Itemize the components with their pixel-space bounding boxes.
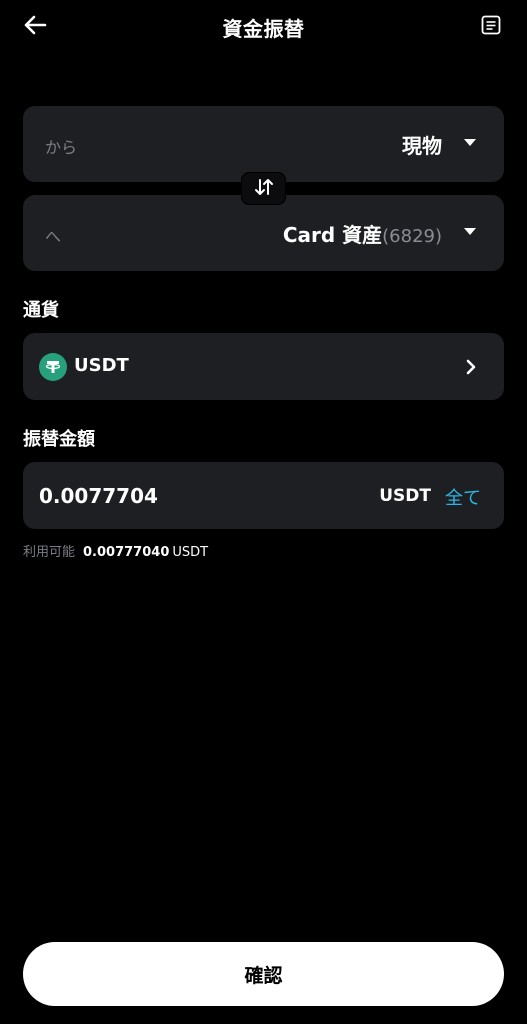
currency-name: USDT xyxy=(74,355,129,376)
history-button[interactable] xyxy=(476,12,506,42)
from-account-value: 現物 xyxy=(402,134,442,158)
amount-field-container: USDT 全て xyxy=(23,462,504,529)
amount-unit: USDT xyxy=(379,486,431,506)
swap-button-inner xyxy=(242,173,285,204)
header-bar: 資金振替 xyxy=(0,0,527,56)
swap-button[interactable] xyxy=(241,172,286,205)
available-label: 利用可能 xyxy=(23,545,76,560)
tether-icon xyxy=(39,353,67,381)
to-account-name: Card 資産 xyxy=(282,223,383,247)
to-account-count: (6829) xyxy=(382,226,442,247)
caret-down-icon xyxy=(464,139,476,146)
available-unit: USDT xyxy=(172,545,209,560)
max-amount-button[interactable]: 全て xyxy=(445,484,481,510)
currency-section-label: 通貨 xyxy=(23,300,59,321)
from-label: から xyxy=(45,138,78,157)
available-balance: 利用可能 0.00777040 USDT xyxy=(23,541,208,560)
page-title: 資金振替 xyxy=(222,17,305,41)
caret-down-icon xyxy=(464,228,476,235)
to-label: へ xyxy=(45,227,62,246)
swap-vertical-icon xyxy=(254,178,274,200)
currency-selector[interactable]: USDT xyxy=(23,333,504,400)
from-account-selector[interactable]: から 現物 xyxy=(23,106,504,182)
amount-section-label: 振替金額 xyxy=(23,429,95,450)
chevron-right-icon xyxy=(464,357,478,377)
available-value: 0.00777040 xyxy=(83,545,170,560)
to-account-selector[interactable]: へ Card 資産(6829) xyxy=(23,195,504,271)
confirm-button[interactable]: 確認 xyxy=(23,942,504,1006)
document-list-icon xyxy=(481,15,501,39)
to-account-value: Card 資産(6829) xyxy=(283,219,442,248)
amount-input[interactable] xyxy=(39,480,359,512)
